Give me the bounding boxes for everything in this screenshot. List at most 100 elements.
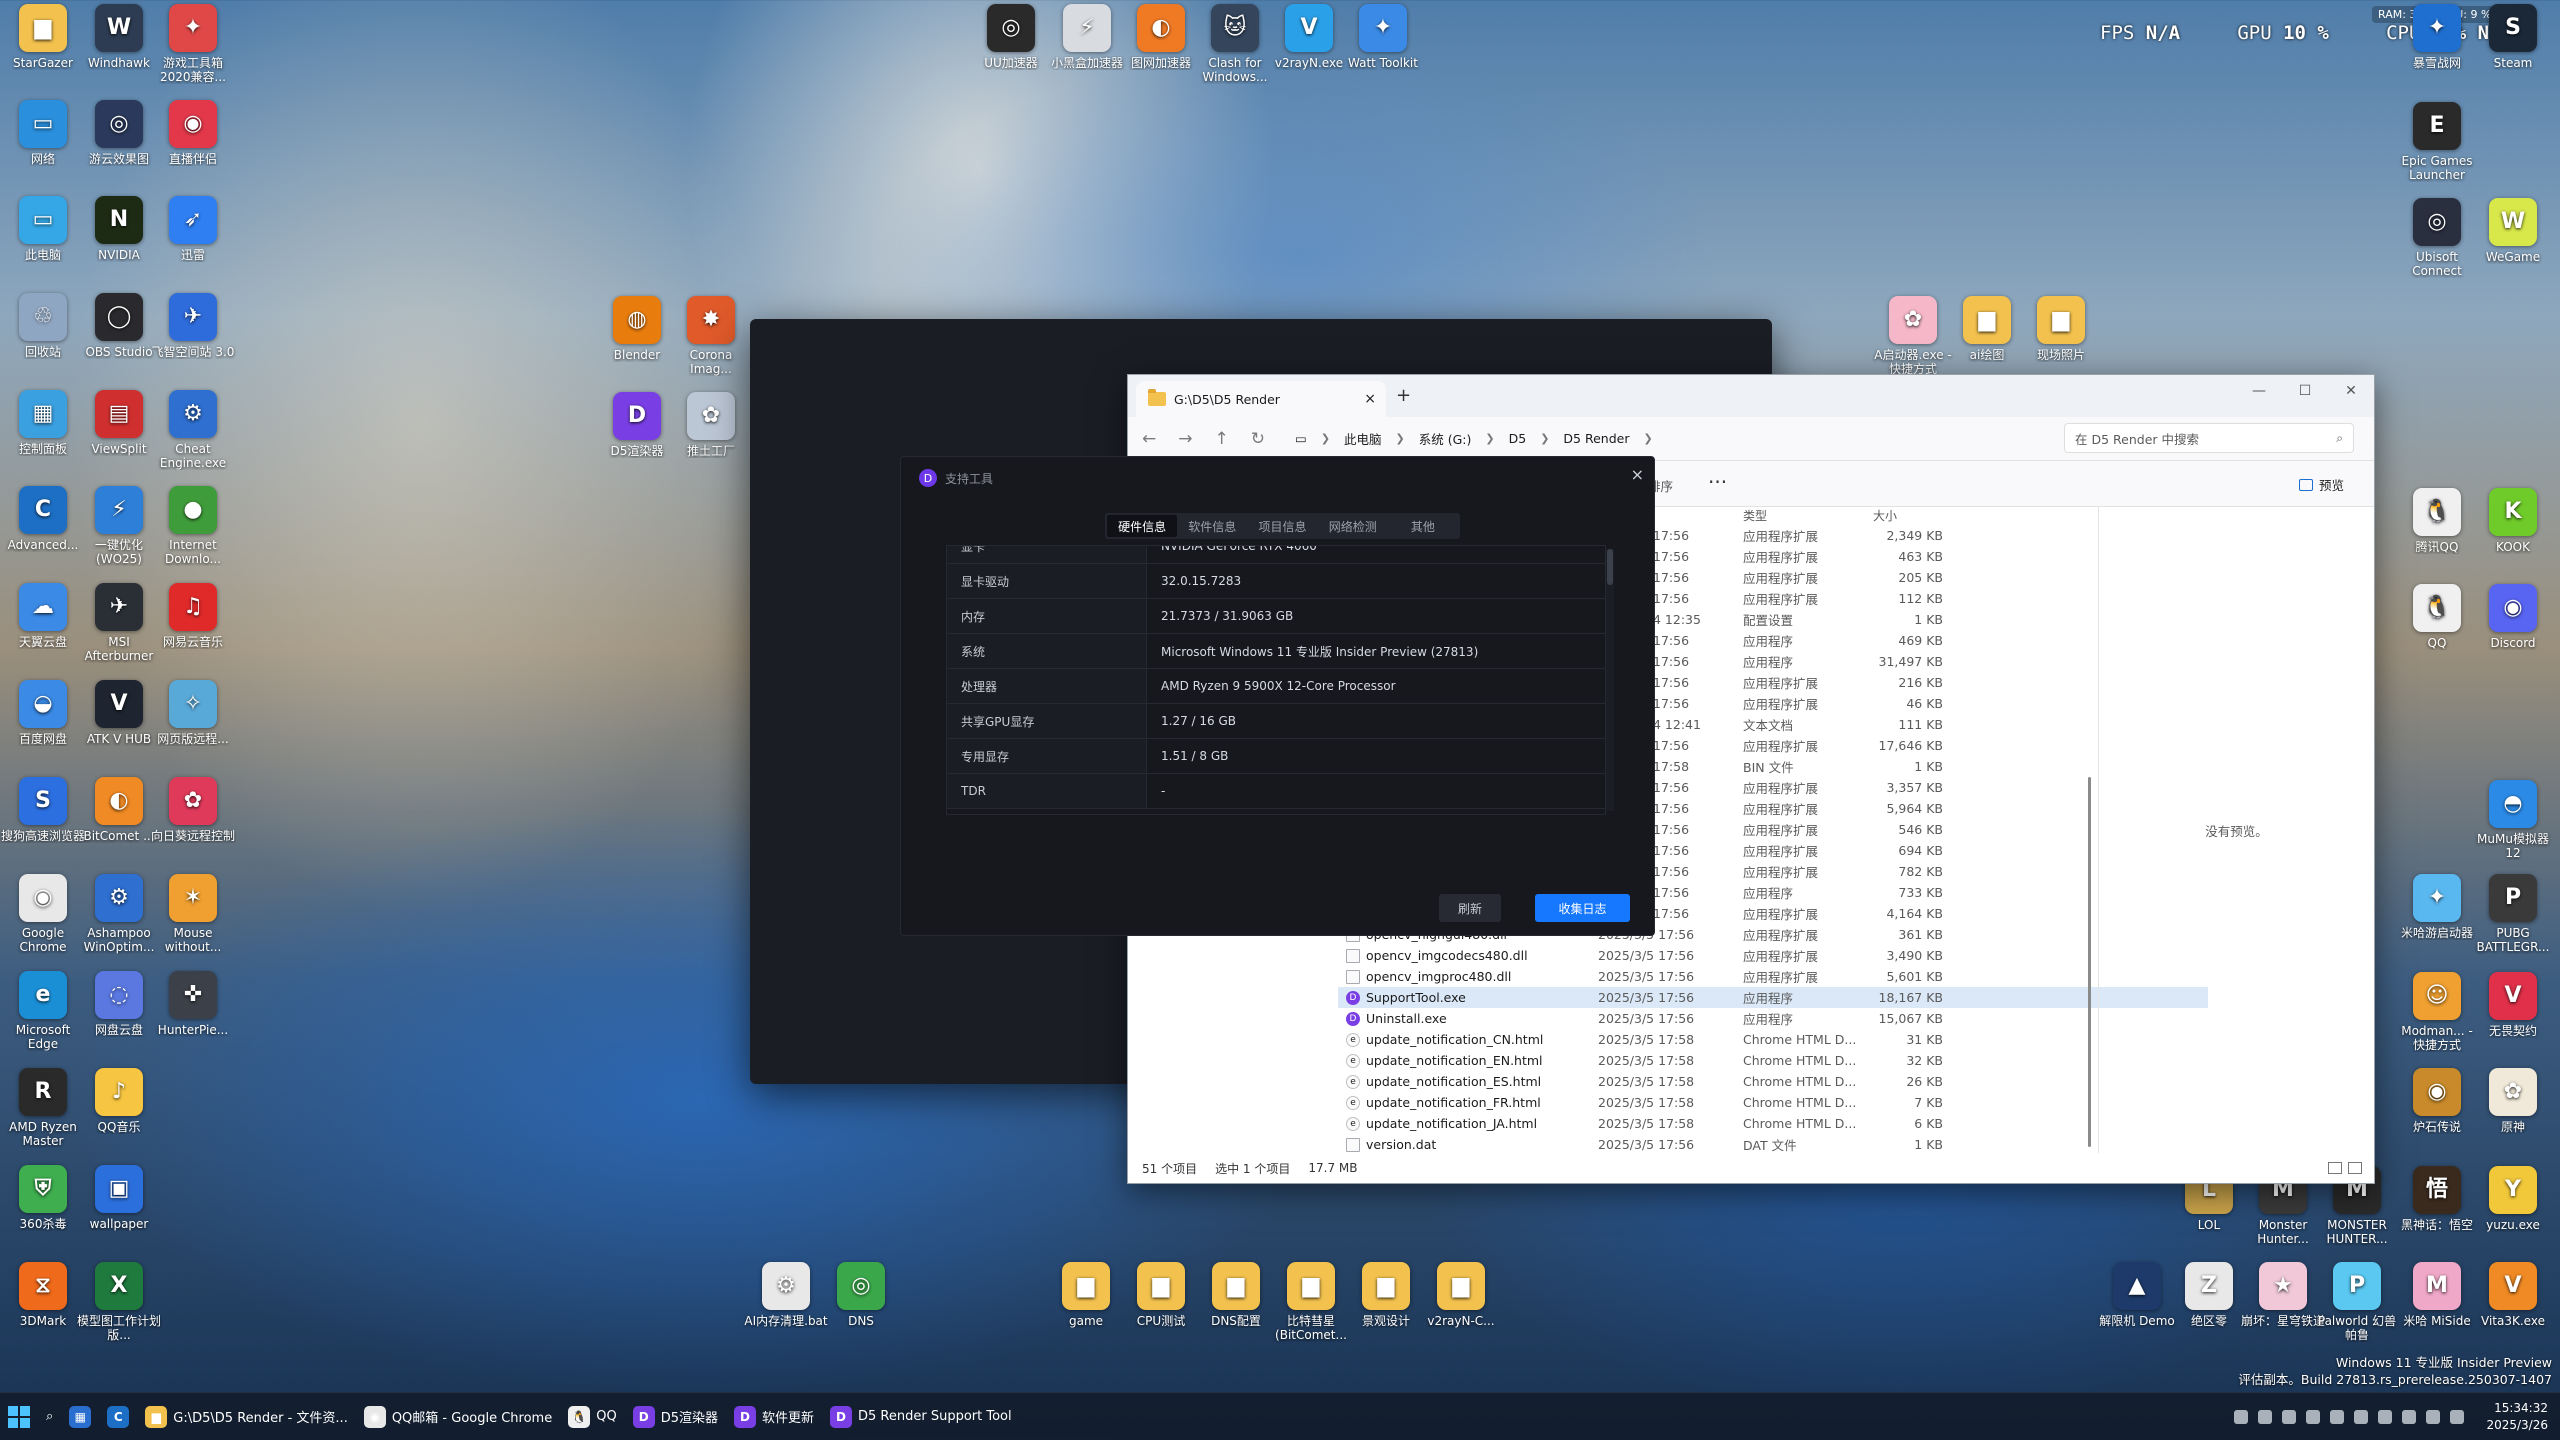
desktop-icon[interactable]: ⧖ 3DMark (0, 1262, 86, 1328)
desktop-icon[interactable]: Yyuzu.exe (2470, 1166, 2556, 1232)
col-size[interactable]: 大小 (1863, 507, 1943, 525)
taskbar-app[interactable]: D D5渲染器 (625, 1397, 726, 1437)
desktop-icon[interactable]: ♪ QQ音乐 (76, 1068, 162, 1134)
desktop-icon[interactable]: ◓ MuMu模拟器12 (2470, 780, 2556, 860)
table-scrollbar[interactable] (1606, 549, 1614, 811)
tab-close-icon[interactable]: × (1364, 391, 1376, 407)
desktop-icon[interactable]: ✜ HunterPie... (150, 971, 236, 1037)
details-view-icon[interactable] (2328, 1162, 2342, 1174)
close-icon[interactable]: ✕ (2328, 375, 2374, 407)
more-options-button[interactable]: ··· (1708, 470, 1727, 494)
crumb-drive[interactable]: 系统 (G:) (1419, 429, 1472, 448)
scrollbar-thumb[interactable] (2088, 777, 2091, 1147)
tab-project[interactable]: 项目信息 (1247, 515, 1317, 537)
desktop-icon[interactable]: ✦ 米哈游启动器 (2394, 874, 2480, 940)
desktop-icon[interactable]: ▆ 比特彗星 (BitComet... (1268, 1262, 1354, 1342)
desktop-icon[interactable]: S Steam (2470, 4, 2556, 70)
desktop-icon[interactable]: K KOOK (2470, 488, 2556, 554)
desktop-icon[interactable]: ◉ 炉石传说 (2394, 1068, 2480, 1134)
desktop-icon[interactable]: ✦ Watt Toolkit (1340, 4, 1426, 70)
desktop-icon[interactable]: ◒ 百度网盘 (0, 680, 86, 746)
desktop-icon[interactable]: ✿ 推土工厂 (668, 392, 754, 458)
tray-icon[interactable] (2282, 1410, 2297, 1424)
file-row[interactable]: e update_notification_CN.html 2025/3/5 17:… (1338, 1029, 2208, 1050)
file-row[interactable]: D SupportTool.exe 2025/3/5 17:56 应用程序 18,167… (1338, 987, 2208, 1008)
desktop-icon[interactable]: ▭ 网络 (0, 100, 86, 166)
desktop-icon[interactable]: 悟黑神话：悟空 (2394, 1166, 2480, 1232)
taskbar-app[interactable]: D D5 Render Support Tool (822, 1397, 1020, 1437)
search-input[interactable]: 在 D5 Render 中搜索 ⌕ (2064, 423, 2354, 453)
desktop-icon[interactable]: e Microsoft Edge (0, 971, 86, 1051)
col-type[interactable]: 类型 (1743, 507, 1863, 525)
tray-icon[interactable] (2402, 1410, 2417, 1424)
desktop-icon[interactable]: 🐧 QQ (2394, 584, 2480, 650)
desktop-icon[interactable]: ◉ 直播伴侣 (150, 100, 236, 166)
taskbar-widget-icon[interactable]: ▦ (61, 1397, 99, 1437)
desktop-icon[interactable]: P PUBG BATTLEGR... (2470, 874, 2556, 954)
volume-icon[interactable] (2450, 1410, 2465, 1424)
taskbar-app[interactable]: ▆ G:\D5\D5 Render - 文件资... (137, 1397, 356, 1437)
file-list-scrollbar[interactable] (2088, 507, 2094, 1153)
desktop-icon[interactable]: ▆ 现场照片 (2018, 296, 2104, 362)
crumb-d5[interactable]: D5 (1509, 431, 1527, 446)
desktop-icon[interactable]: W WeGame (2470, 198, 2556, 264)
file-row[interactable]: version.dat 2025/3/5 17:56 DAT 文件 1 KB (1338, 1134, 2208, 1153)
desktop-icon[interactable]: ▭ 此电脑 (0, 196, 86, 262)
wifi-icon[interactable] (2426, 1410, 2441, 1424)
desktop-icon[interactable]: ▆ CPU测试 (1118, 1262, 1204, 1328)
desktop-icon[interactable]: ✿ 向日葵远程控制 (150, 777, 236, 843)
desktop-icon[interactable]: ⚙ AI内存清理.bat (743, 1262, 829, 1328)
tray-icon[interactable] (2354, 1410, 2369, 1424)
table-scrollbar-thumb[interactable] (1607, 549, 1613, 585)
tab-software[interactable]: 软件信息 (1177, 515, 1247, 537)
desktop-icon[interactable]: V 无畏契约 (2470, 972, 2556, 1038)
desktop-icon[interactable]: X 模型图工作计划版... (76, 1262, 162, 1342)
file-row[interactable]: opencv_imgproc480.dll 2025/3/5 17:56 应用程序扩… (1338, 966, 2208, 987)
minimize-icon[interactable]: — (2236, 375, 2282, 407)
file-row[interactable]: D Uninstall.exe 2025/3/5 17:56 应用程序 15,067 K… (1338, 1008, 2208, 1029)
preview-pane-toggle[interactable]: 预览 (2298, 475, 2344, 494)
taskbar-app[interactable]: ◉ QQ邮箱 - Google Chrome (356, 1397, 560, 1437)
desktop-icon[interactable]: ▆ StarGazer (0, 4, 86, 70)
refresh-button[interactable]: 刷新 (1439, 894, 1501, 922)
desktop-icon[interactable]: 🐧 腾讯QQ (2394, 488, 2480, 554)
crumb-d5-render[interactable]: D5 Render (1563, 431, 1629, 446)
desktop-icon[interactable]: M 米哈 MiSide (2394, 1262, 2480, 1328)
tray-icon[interactable] (2306, 1410, 2321, 1424)
desktop-icon[interactable]: R AMD Ryzen Master (0, 1068, 86, 1148)
file-row[interactable]: e update_notification_JA.html 2025/3/5 17:… (1338, 1113, 2208, 1134)
desktop-icon[interactable]: ▆ v2rayN-C... (1418, 1262, 1504, 1328)
desktop-icon[interactable]: E Epic Games Launcher (2394, 102, 2480, 182)
taskbar-app[interactable]: D 软件更新 (726, 1397, 822, 1437)
desktop-icon[interactable]: ✿ 原神 (2470, 1068, 2556, 1134)
desktop-icon[interactable]: ▆ DNS配置 (1193, 1262, 1279, 1328)
file-row[interactable]: opencv_imgcodecs480.dll 2025/3/5 17:56 应用程… (1338, 945, 2208, 966)
forward-icon[interactable]: → (1178, 429, 1192, 449)
desktop-icon[interactable]: ✦ 游戏工具箱 2020兼容... (150, 4, 236, 84)
file-row[interactable]: e update_notification_ES.html 2025/3/5 17:… (1338, 1071, 2208, 1092)
dialog-close-icon[interactable]: × (1631, 465, 1644, 484)
clock[interactable]: 15:34:32 2025/3/26 (2486, 1400, 2548, 1434)
start-button[interactable] (0, 1397, 38, 1437)
desktop-icon[interactable]: ▆ 景观设计 (1343, 1262, 1429, 1328)
taskbar-app[interactable]: 🐧 QQ (560, 1397, 624, 1437)
tiles-view-icon[interactable] (2348, 1162, 2362, 1174)
desktop-icon[interactable]: ✸ Corona Imag... (668, 296, 754, 376)
explorer-tab[interactable]: G:\D5\D5 Render × (1136, 381, 1386, 417)
file-row[interactable]: e update_notification_EN.html 2025/3/5 17:… (1338, 1050, 2208, 1071)
desktop-icon[interactable]: ✈ 飞智空间站 3.0 (150, 293, 236, 359)
file-row[interactable]: e update_notification_FR.html 2025/3/5 17:… (1338, 1092, 2208, 1113)
desktop-icon[interactable]: ◉ Google Chrome (0, 874, 86, 954)
desktop-icon[interactable]: ▣ wallpaper (76, 1165, 162, 1231)
taskbar-search-icon[interactable]: ⌕ (38, 1397, 61, 1437)
desktop-icon[interactable]: ✧ 网页版远程... (150, 680, 236, 746)
refresh-icon[interactable]: ↻ (1251, 429, 1265, 449)
tray-icon[interactable] (2234, 1410, 2249, 1424)
tray-icon[interactable] (2330, 1410, 2345, 1424)
desktop-icon[interactable]: ◉ Discord (2470, 584, 2556, 650)
desktop-icon[interactable]: C Advanced... (0, 486, 86, 552)
desktop-icon[interactable]: ▆ game (1043, 1262, 1129, 1328)
desktop-icon[interactable]: ➶ 迅雷 (150, 196, 236, 262)
desktop-icon[interactable]: ▦ 控制面板 (0, 390, 86, 456)
desktop-icon[interactable]: P Palworld 幻兽帕鲁 (2314, 1262, 2400, 1342)
